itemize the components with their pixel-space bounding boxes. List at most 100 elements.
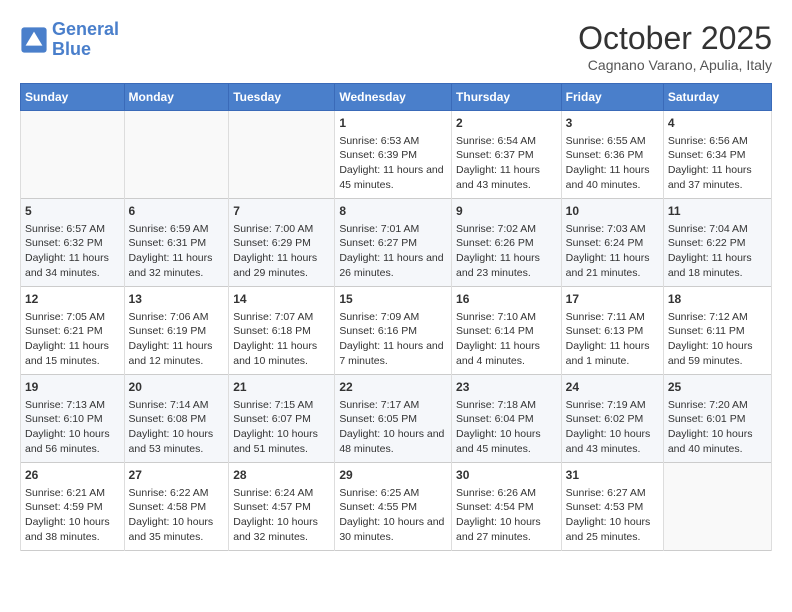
day-info: Sunrise: 7:05 AMSunset: 6:21 PMDaylight:… (25, 310, 120, 369)
day-info: Sunrise: 7:12 AMSunset: 6:11 PMDaylight:… (668, 310, 767, 369)
day-number: 29 (339, 467, 447, 484)
day-cell: 3 Sunrise: 6:55 AMSunset: 6:36 PMDaylight… (561, 111, 663, 199)
day-info: Sunrise: 6:25 AMSunset: 4:55 PMDaylight:… (339, 486, 447, 545)
day-cell: 13 Sunrise: 7:06 AMSunset: 6:19 PMDayligh… (124, 287, 229, 375)
day-cell: 18 Sunrise: 7:12 AMSunset: 6:11 PMDayligh… (663, 287, 771, 375)
day-cell: 14Sunrise: 7:07 AMSunset: 6:18 PMDayligh… (229, 287, 335, 375)
day-number: 9 (456, 203, 557, 220)
day-number: 18 (668, 291, 767, 308)
day-cell: 11Sunrise: 7:04 AMSunset: 6:22 PMDayligh… (663, 199, 771, 287)
day-number: 5 (25, 203, 120, 220)
day-cell: 19 Sunrise: 7:13 AMSunset: 6:10 PMDayligh… (21, 375, 125, 463)
day-cell: 17 Sunrise: 7:11 AMSunset: 6:13 PMDayligh… (561, 287, 663, 375)
title-block: October 2025 Cagnano Varano, Apulia, Ita… (578, 20, 772, 73)
day-number: 31 (566, 467, 659, 484)
day-number: 7 (233, 203, 330, 220)
day-number: 6 (129, 203, 225, 220)
day-info: Sunrise: 6:21 AMSunset: 4:59 PMDaylight:… (25, 486, 120, 545)
weekday-header-tuesday: Tuesday (229, 84, 335, 111)
day-cell: 12 Sunrise: 7:05 AMSunset: 6:21 PMDayligh… (21, 287, 125, 375)
logo-icon (20, 26, 48, 54)
weekday-header-thursday: Thursday (452, 84, 562, 111)
day-info: Sunrise: 7:11 AMSunset: 6:13 PMDaylight:… (566, 310, 659, 369)
day-number: 28 (233, 467, 330, 484)
day-number: 1 (339, 115, 447, 132)
day-cell (229, 111, 335, 199)
day-cell: 5 Sunrise: 6:57 AMSunset: 6:32 PMDaylight… (21, 199, 125, 287)
day-info: Sunrise: 6:55 AMSunset: 6:36 PMDaylight:… (566, 134, 659, 193)
day-number: 2 (456, 115, 557, 132)
day-info: Sunrise: 7:17 AMSunset: 6:05 PMDaylight:… (339, 398, 447, 457)
day-number: 30 (456, 467, 557, 484)
day-number: 27 (129, 467, 225, 484)
day-number: 3 (566, 115, 659, 132)
day-cell: 10 Sunrise: 7:03 AMSunset: 6:24 PMDayligh… (561, 199, 663, 287)
day-info: Sunrise: 6:59 AMSunset: 6:31 PMDaylight:… (129, 222, 225, 281)
day-info: Sunrise: 7:01 AMSunset: 6:27 PMDaylight:… (339, 222, 447, 281)
day-cell: 31Sunrise: 6:27 AMSunset: 4:53 PMDayligh… (561, 463, 663, 551)
week-row-3: 12 Sunrise: 7:05 AMSunset: 6:21 PMDayligh… (21, 287, 772, 375)
day-cell: 25Sunrise: 7:20 AMSunset: 6:01 PMDayligh… (663, 375, 771, 463)
day-info: Sunrise: 7:04 AMSunset: 6:22 PMDaylight:… (668, 222, 767, 281)
day-cell: 30 Sunrise: 6:26 AMSunset: 4:54 PMDayligh… (452, 463, 562, 551)
day-cell: 6 Sunrise: 6:59 AMSunset: 6:31 PMDaylight… (124, 199, 229, 287)
day-number: 8 (339, 203, 447, 220)
day-cell: 26 Sunrise: 6:21 AMSunset: 4:59 PMDayligh… (21, 463, 125, 551)
weekday-header-saturday: Saturday (663, 84, 771, 111)
day-info: Sunrise: 6:54 AMSunset: 6:37 PMDaylight:… (456, 134, 557, 193)
day-cell: 15Sunrise: 7:09 AMSunset: 6:16 PMDayligh… (335, 287, 452, 375)
weekday-header-wednesday: Wednesday (335, 84, 452, 111)
day-info: Sunrise: 7:10 AMSunset: 6:14 PMDaylight:… (456, 310, 557, 369)
day-cell: 1 Sunrise: 6:53 AMSunset: 6:39 PMDaylight… (335, 111, 452, 199)
week-row-5: 26 Sunrise: 6:21 AMSunset: 4:59 PMDayligh… (21, 463, 772, 551)
weekday-header-monday: Monday (124, 84, 229, 111)
day-info: Sunrise: 7:19 AMSunset: 6:02 PMDaylight:… (566, 398, 659, 457)
day-info: Sunrise: 6:22 AMSunset: 4:58 PMDaylight:… (129, 486, 225, 545)
day-info: Sunrise: 6:24 AMSunset: 4:57 PMDaylight:… (233, 486, 330, 545)
day-info: Sunrise: 6:56 AMSunset: 6:34 PMDaylight:… (668, 134, 767, 193)
day-info: Sunrise: 7:18 AMSunset: 6:04 PMDaylight:… (456, 398, 557, 457)
day-info: Sunrise: 6:53 AMSunset: 6:39 PMDaylight:… (339, 134, 447, 193)
day-cell: 27 Sunrise: 6:22 AMSunset: 4:58 PMDayligh… (124, 463, 229, 551)
day-number: 17 (566, 291, 659, 308)
day-info: Sunrise: 7:13 AMSunset: 6:10 PMDaylight:… (25, 398, 120, 457)
day-cell (21, 111, 125, 199)
day-info: Sunrise: 6:26 AMSunset: 4:54 PMDaylight:… (456, 486, 557, 545)
day-number: 19 (25, 379, 120, 396)
calendar-table: SundayMondayTuesdayWednesdayThursdayFrid… (20, 83, 772, 551)
day-number: 24 (566, 379, 659, 396)
day-number: 10 (566, 203, 659, 220)
day-number: 13 (129, 291, 225, 308)
page-header: General Blue October 2025 Cagnano Varano… (20, 20, 772, 73)
day-info: Sunrise: 7:14 AMSunset: 6:08 PMDaylight:… (129, 398, 225, 457)
weekday-header-sunday: Sunday (21, 84, 125, 111)
month-title: October 2025 (578, 20, 772, 57)
day-cell: 7 Sunrise: 7:00 AMSunset: 6:29 PMDaylight… (229, 199, 335, 287)
logo: General Blue (20, 20, 119, 60)
week-row-2: 5 Sunrise: 6:57 AMSunset: 6:32 PMDaylight… (21, 199, 772, 287)
day-cell: 8 Sunrise: 7:01 AMSunset: 6:27 PMDaylight… (335, 199, 452, 287)
day-info: Sunrise: 7:02 AMSunset: 6:26 PMDaylight:… (456, 222, 557, 281)
day-cell: 23 Sunrise: 7:18 AMSunset: 6:04 PMDayligh… (452, 375, 562, 463)
week-row-1: 1 Sunrise: 6:53 AMSunset: 6:39 PMDaylight… (21, 111, 772, 199)
weekday-header-friday: Friday (561, 84, 663, 111)
day-cell: 16Sunrise: 7:10 AMSunset: 6:14 PMDayligh… (452, 287, 562, 375)
day-number: 22 (339, 379, 447, 396)
day-info: Sunrise: 7:00 AMSunset: 6:29 PMDaylight:… (233, 222, 330, 281)
logo-text: General Blue (52, 20, 119, 60)
day-number: 26 (25, 467, 120, 484)
day-info: Sunrise: 7:07 AMSunset: 6:18 PMDaylight:… (233, 310, 330, 369)
day-number: 12 (25, 291, 120, 308)
day-info: Sunrise: 7:03 AMSunset: 6:24 PMDaylight:… (566, 222, 659, 281)
day-number: 23 (456, 379, 557, 396)
weekday-header-row: SundayMondayTuesdayWednesdayThursdayFrid… (21, 84, 772, 111)
day-info: Sunrise: 7:15 AMSunset: 6:07 PMDaylight:… (233, 398, 330, 457)
day-info: Sunrise: 6:57 AMSunset: 6:32 PMDaylight:… (25, 222, 120, 281)
day-number: 25 (668, 379, 767, 396)
day-cell: 9 Sunrise: 7:02 AMSunset: 6:26 PMDaylight… (452, 199, 562, 287)
day-number: 20 (129, 379, 225, 396)
day-cell: 28 Sunrise: 6:24 AMSunset: 4:57 PMDayligh… (229, 463, 335, 551)
day-cell: 29 Sunrise: 6:25 AMSunset: 4:55 PMDayligh… (335, 463, 452, 551)
location: Cagnano Varano, Apulia, Italy (578, 57, 772, 73)
day-info: Sunrise: 7:06 AMSunset: 6:19 PMDaylight:… (129, 310, 225, 369)
